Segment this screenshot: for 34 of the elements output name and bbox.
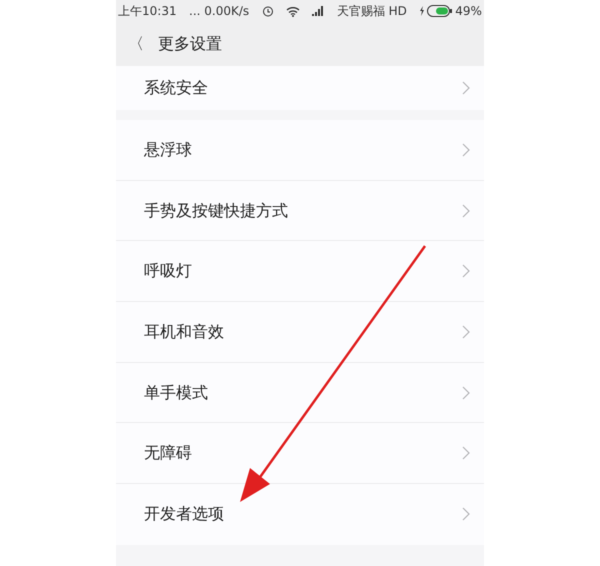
chevron-right-icon — [462, 386, 470, 400]
row-label: 无障碍 — [144, 442, 192, 464]
row-label: 系统安全 — [144, 77, 208, 99]
chevron-right-icon — [462, 142, 470, 157]
battery-percent: 49% — [455, 3, 482, 20]
settings-row[interactable]: 系统安全 — [116, 66, 484, 110]
back-button[interactable]: 〈 — [128, 32, 144, 56]
signal-icon — [312, 6, 324, 16]
row-label: 开发者选项 — [144, 503, 224, 526]
row-label: 耳机和音效 — [144, 320, 224, 343]
settings-row[interactable]: 呼吸灯 — [116, 241, 484, 302]
battery-icon — [427, 5, 454, 17]
page-title: 更多设置 — [158, 33, 222, 55]
settings-row[interactable]: 单手模式 — [116, 362, 484, 424]
row-label: 呼吸灯 — [144, 260, 192, 282]
alarm-icon — [262, 5, 274, 17]
carrier-name: 天官赐福 HD — [336, 3, 407, 20]
settings-row[interactable]: 悬浮球 — [116, 120, 484, 181]
row-label: 手势及按键快捷方式 — [144, 200, 288, 222]
chevron-right-icon — [462, 446, 470, 460]
row-label: 单手模式 — [144, 382, 208, 404]
network-speed: ... 0.00K/s — [189, 3, 250, 20]
charging-icon — [419, 6, 426, 16]
row-label: 悬浮球 — [144, 138, 192, 161]
chevron-right-icon — [462, 264, 470, 278]
chevron-right-icon — [462, 204, 470, 218]
status-time: 上午10:31 — [118, 3, 177, 20]
settings-row[interactable]: 手势及按键快捷方式 — [116, 180, 484, 242]
settings-row[interactable]: 耳机和音效 — [116, 302, 484, 363]
chevron-right-icon — [462, 324, 470, 339]
chevron-right-icon — [462, 81, 470, 95]
chevron-right-icon — [462, 507, 470, 522]
settings-row[interactable]: 开发者选项 — [116, 484, 484, 545]
wifi-icon — [286, 6, 300, 16]
